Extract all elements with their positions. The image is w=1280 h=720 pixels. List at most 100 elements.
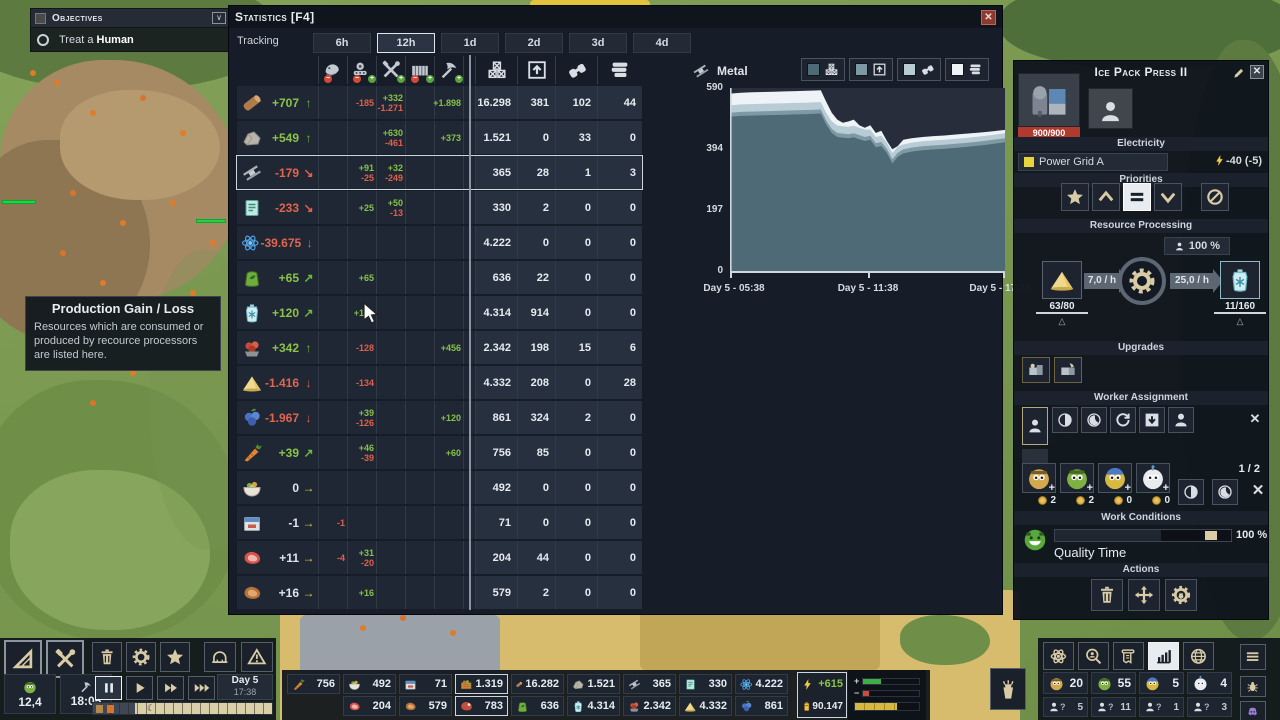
stats-row-science[interactable]: -39.675↓4.222000 <box>237 226 642 259</box>
tool-discord-button[interactable] <box>1240 701 1266 720</box>
action-trash-button[interactable] <box>1091 579 1123 611</box>
energy-summary[interactable]: +615 90.147 <box>797 672 847 718</box>
tracking-tab-2d[interactable]: 2d <box>505 33 563 53</box>
tracking-tab-3d[interactable]: 3d <box>569 33 627 53</box>
priority-chevdown-button[interactable] <box>1154 183 1182 211</box>
worker-type-4[interactable]: + <box>1136 463 1170 493</box>
tool-trash-button[interactable] <box>92 642 122 672</box>
legend-expedition[interactable] <box>897 58 941 81</box>
filter-refresh-button[interactable] <box>1110 407 1136 433</box>
worker-type-2[interactable]: + <box>1060 463 1094 493</box>
tool-alert-button[interactable] <box>241 642 273 672</box>
resource-fertilizer[interactable]: 636 <box>511 696 564 716</box>
resource-meat_cooked[interactable]: 579 <box>399 696 452 716</box>
tracking-tab-12h[interactable]: 12h <box>377 33 435 53</box>
stats-row-icepack[interactable]: +120↗+1204.31491400 <box>237 296 642 329</box>
resource-meat_raw[interactable]: 204 <box>343 696 396 716</box>
tool-bridge-button[interactable] <box>204 642 236 672</box>
tracking-tab-4d[interactable]: 4d <box>633 33 691 53</box>
resource-metal[interactable]: 365 <box>623 674 676 694</box>
filter-downbox-button[interactable] <box>1139 407 1165 433</box>
filter-moon-button[interactable] <box>1081 407 1107 433</box>
shift-moon-button[interactable] <box>1212 479 1238 505</box>
legend-storage[interactable] <box>801 58 845 81</box>
speed-ff-button[interactable] <box>157 676 184 700</box>
rename-pencil-icon[interactable] <box>1232 66 1246 80</box>
action-gearwrench-button[interactable] <box>1165 579 1197 611</box>
speed-fff-button[interactable] <box>188 676 215 700</box>
upgrade-slot-2[interactable] <box>1054 357 1082 383</box>
tool-scroll-button[interactable] <box>1113 642 1144 670</box>
resource-log[interactable]: 16.282 <box>511 674 564 694</box>
tool-barchart-button[interactable] <box>1148 642 1179 670</box>
condition-slider[interactable] <box>1054 529 1232 542</box>
resource-ration[interactable]: 71 <box>399 674 452 694</box>
clear-worker-icon[interactable]: ✕ <box>1246 410 1264 428</box>
shift-daynight-button[interactable] <box>1178 479 1204 505</box>
resource-blueprint[interactable]: 330 <box>679 674 732 694</box>
stats-row-metal[interactable]: -179↘+91-25+32-2493652813 <box>237 156 642 189</box>
stats-row-carrot[interactable]: +39↗+46-39+607568500 <box>237 436 642 469</box>
timeline-ruler[interactable]: ☾ <box>92 702 273 715</box>
villager-unassigned-3[interactable]: ?1 <box>1139 697 1184 717</box>
tracking-tab-1d[interactable]: 1d <box>441 33 499 53</box>
power-grid-chip[interactable]: Power Grid A <box>1018 153 1168 171</box>
filter-daynight-button[interactable] <box>1052 407 1078 433</box>
tool-setsquare-button[interactable] <box>4 640 42 678</box>
resource-roast[interactable]: 783 <box>455 696 508 716</box>
stats-row-pottage[interactable]: +342↑-128+4562.342198156 <box>237 331 642 364</box>
priority-chevup-button[interactable] <box>1092 183 1120 211</box>
tool-search_person-button[interactable] <box>1078 642 1109 670</box>
worker-portrait[interactable] <box>1088 88 1133 129</box>
tool-bug-button[interactable] <box>1240 676 1266 697</box>
tool-tower-button[interactable] <box>990 668 1026 710</box>
tracking-tab-6h[interactable]: 6h <box>313 33 371 53</box>
objective-item[interactable]: Treat a Human <box>30 28 231 52</box>
resource-icepack[interactable]: 4.314 <box>567 696 620 716</box>
input-resource[interactable] <box>1042 261 1082 299</box>
resource-sand[interactable]: 4.332 <box>679 696 732 716</box>
tool-hammerwrench-button[interactable] <box>46 640 84 678</box>
stats-row-sand[interactable]: -1.416↓-1344.332208028 <box>237 366 642 399</box>
resource-science[interactable]: 4.222 <box>735 674 788 694</box>
speed-play-button[interactable] <box>126 676 153 700</box>
stats-row-ration[interactable]: -1→-171000 <box>237 506 642 539</box>
slider-handle[interactable] <box>1205 531 1217 540</box>
objectives-checkbox[interactable] <box>35 13 46 24</box>
stats-row-stone[interactable]: +549↑+630-461+3731.5210330 <box>237 121 642 154</box>
resource-stone[interactable]: 1.521 <box>567 674 620 694</box>
filter-person-button[interactable] <box>1168 407 1194 433</box>
close-icon[interactable]: ✕ <box>981 10 996 25</box>
resource-salad[interactable]: 492 <box>343 674 396 694</box>
speed-pause-button[interactable] <box>95 676 122 700</box>
villager-count-4[interactable]: 4 <box>1187 672 1232 694</box>
legend-output[interactable] <box>849 58 893 81</box>
legend-stockpile[interactable] <box>945 58 989 81</box>
stats-row-log[interactable]: +707↑-185+332-1.271+1.89816.29838110244 <box>237 86 642 119</box>
stats-row-meat_raw[interactable]: +11→-4+31-202044400 <box>237 541 642 574</box>
tool-gear-button[interactable] <box>126 642 156 672</box>
stats-row-blueberries[interactable]: -1.967↓+39-126+12086132420 <box>237 401 642 434</box>
worker-type-3[interactable]: + <box>1098 463 1132 493</box>
villager-count-3[interactable]: 5 <box>1139 672 1184 694</box>
stats-row-blueprint[interactable]: -233↘+25+50-13330200 <box>237 191 642 224</box>
collapse-chevron-icon[interactable]: ∨ <box>212 12 226 24</box>
villager-count-1[interactable]: 20 <box>1043 672 1088 694</box>
villager-count-2[interactable]: 55 <box>1091 672 1136 694</box>
priority-ban-button[interactable] <box>1201 183 1229 211</box>
action-move-button[interactable] <box>1128 579 1160 611</box>
villager-unassigned-4[interactable]: ?3 <box>1187 697 1232 717</box>
tool-menu-button[interactable] <box>1240 644 1266 670</box>
upgrade-slot-1[interactable] <box>1022 357 1050 383</box>
tool-atom-button[interactable] <box>1043 642 1074 670</box>
tool-globe-button[interactable] <box>1183 642 1214 670</box>
priority-equals-button[interactable] <box>1123 183 1151 211</box>
worker-type-1[interactable]: + <box>1022 463 1056 493</box>
clear-workers-icon[interactable]: ✕ <box>1248 481 1268 501</box>
stats-row-salad[interactable]: 0→492000 <box>237 471 642 504</box>
tool-star-button[interactable] <box>160 642 190 672</box>
resource-carrot[interactable]: 756 <box>287 674 340 694</box>
villager-unassigned-1[interactable]: ?5 <box>1043 697 1088 717</box>
assigned-worker-slot[interactable] <box>1022 407 1048 445</box>
villager-unassigned-2[interactable]: ?11 <box>1091 697 1136 717</box>
